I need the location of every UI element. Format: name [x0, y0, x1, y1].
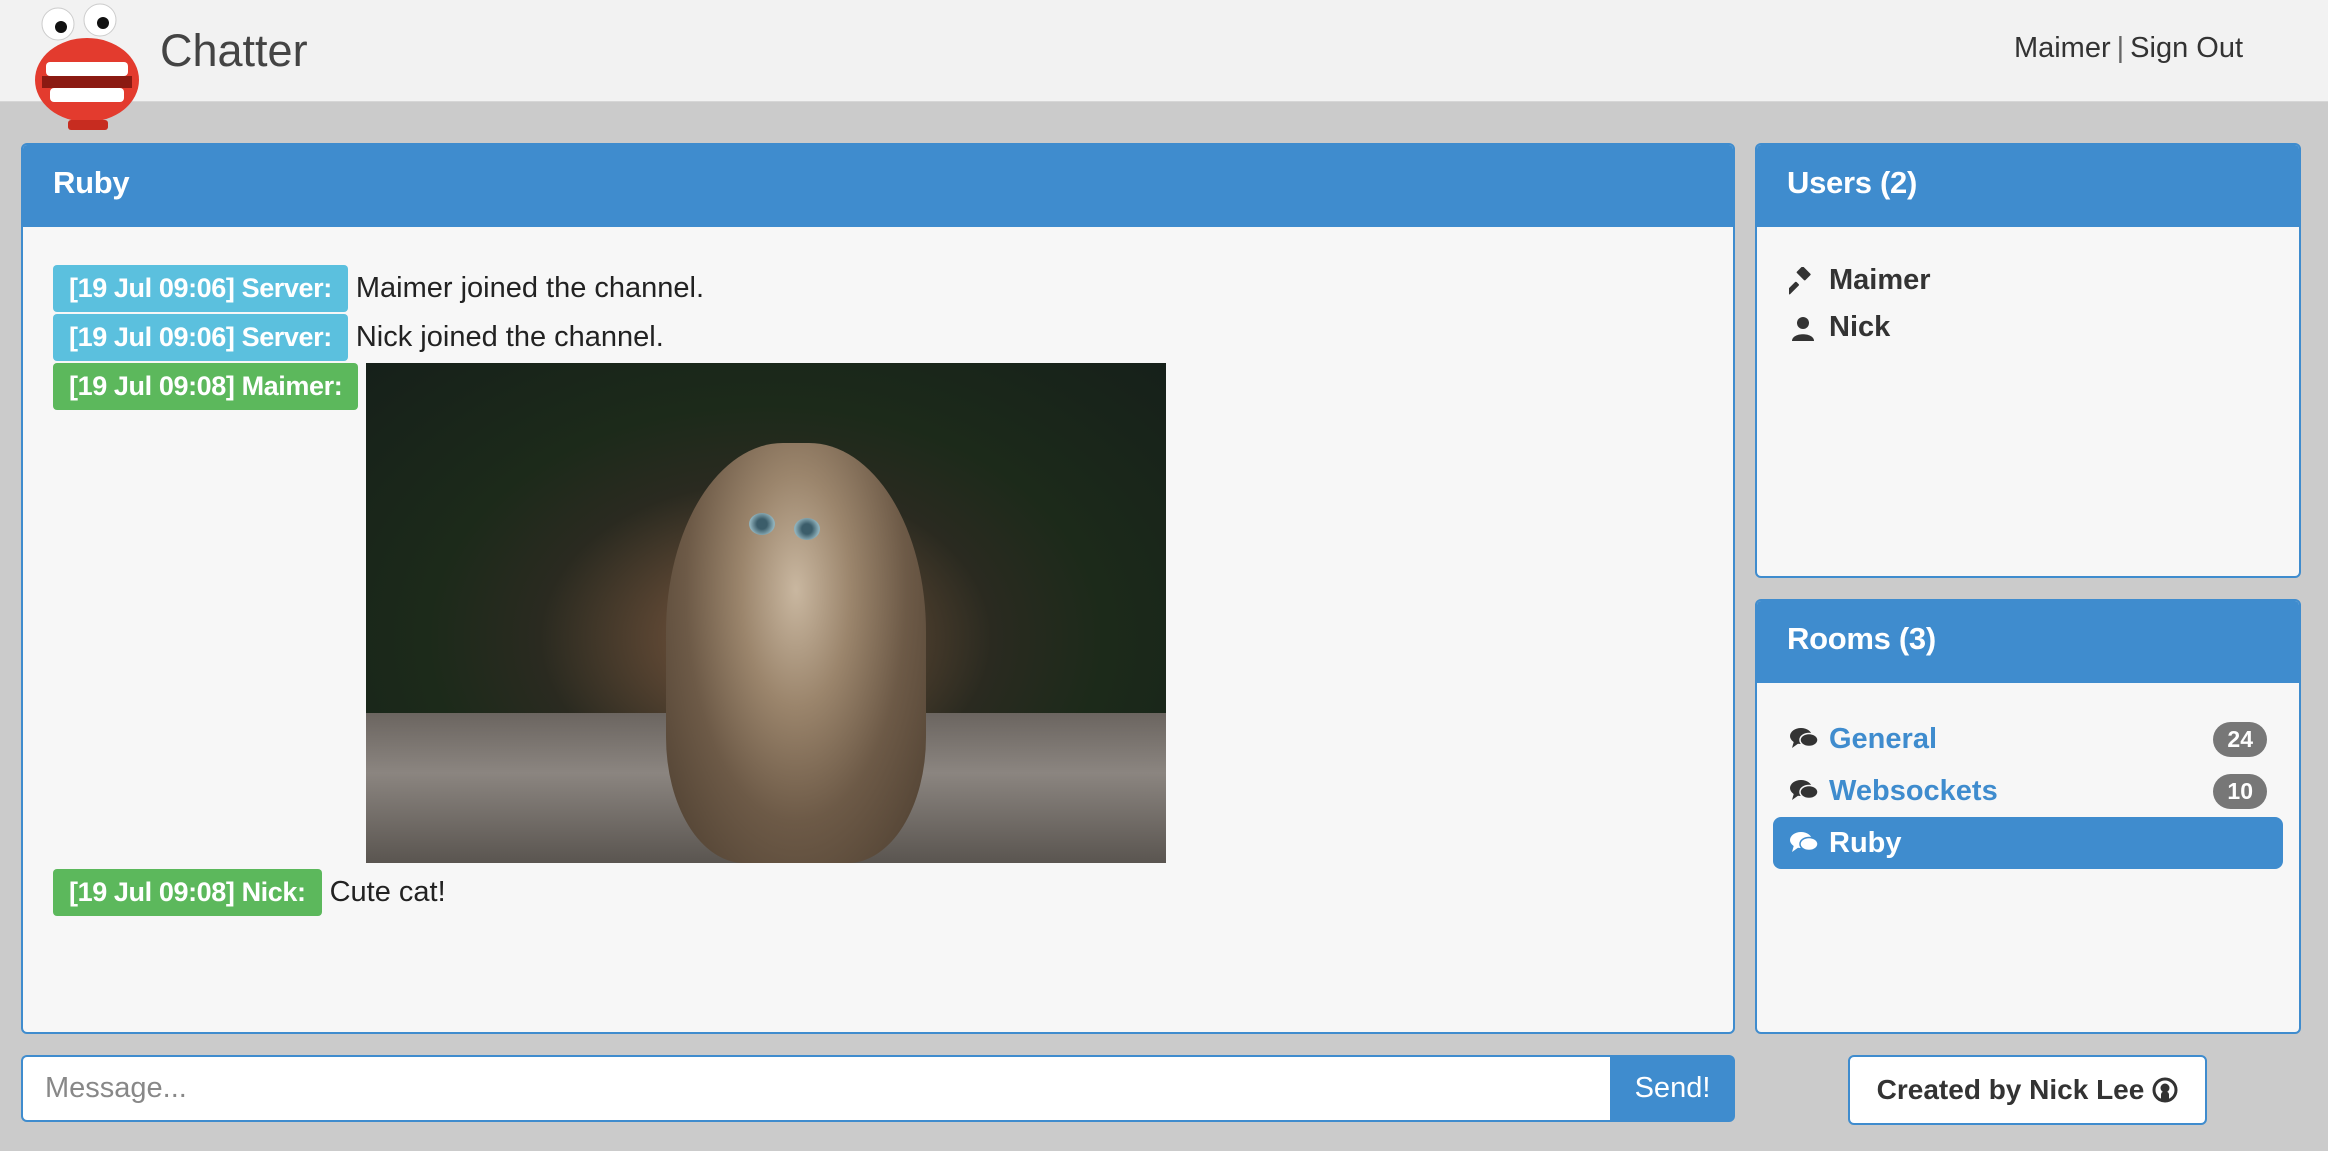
brand-title[interactable]: Chatter: [160, 25, 308, 77]
user-icon: [1792, 316, 1814, 341]
unread-badge: 24: [2213, 721, 2267, 757]
credit-label: Created by Nick Lee: [1876, 1074, 2145, 1105]
room-item-general[interactable]: General 24: [1773, 713, 2283, 765]
credit-button[interactable]: Created by Nick Lee: [1848, 1055, 2207, 1125]
room-item-websockets[interactable]: Websockets 10: [1773, 765, 2283, 817]
rooms-title: Rooms (3): [1757, 601, 2299, 683]
current-user-link[interactable]: Maimer: [2014, 32, 2111, 64]
user-name: Maimer: [1829, 264, 1931, 296]
message-label: [19 Jul 09:08] Nick:: [53, 869, 322, 916]
message-label: [19 Jul 09:06] Server:: [53, 265, 348, 312]
kitten-photo[interactable]: [366, 363, 1167, 863]
room-name: Websockets: [1829, 774, 1998, 807]
unread-badge: 10: [2213, 773, 2267, 809]
message-item: [19 Jul 09:08] Maimer:: [53, 363, 1703, 863]
sign-out-link[interactable]: Sign Out: [2130, 32, 2243, 64]
user-name: Nick: [1829, 311, 1891, 343]
nav-separator: |: [2116, 32, 2125, 64]
user-list: Maimer Nick: [1757, 227, 2299, 381]
rooms-panel: Rooms (3) General 24 Websockets 10 Ruby: [1755, 599, 2301, 1034]
photo-kitten: [666, 443, 927, 863]
chattering-teeth-logo[interactable]: [28, 2, 146, 132]
user-item[interactable]: Nick: [1773, 304, 2283, 351]
navbar: Chatter Maimer | Sign Out: [0, 0, 2328, 130]
chat-panel: Ruby [19 Jul 09:06] Server: Maimer joine…: [21, 143, 1735, 1034]
message-text: Nick joined the channel.: [355, 321, 664, 353]
message-label: [19 Jul 09:06] Server:: [53, 314, 348, 361]
room-name: General: [1829, 722, 1937, 755]
user-item[interactable]: Maimer: [1773, 257, 2283, 304]
users-title: Users (2): [1757, 145, 2299, 227]
room-item-ruby[interactable]: Ruby: [1773, 817, 2283, 869]
room-name: Ruby: [1829, 826, 1902, 859]
comments-icon: [1790, 728, 1819, 748]
chat-room-title: Ruby: [23, 145, 1733, 227]
message-text: Maimer joined the channel.: [355, 272, 705, 304]
message-label: [19 Jul 09:08] Maimer:: [53, 363, 359, 410]
message-composer: Send!: [21, 1055, 1735, 1122]
room-list: General 24 Websockets 10 Ruby: [1757, 683, 2299, 899]
message-text: Cute cat!: [329, 876, 446, 908]
message-item: [19 Jul 09:08] Nick: Cute cat!: [53, 869, 1703, 916]
comments-icon: [1790, 780, 1819, 800]
message-item: [19 Jul 09:06] Server: Nick joined the c…: [53, 314, 1703, 361]
users-panel: Users (2) Maimer Nick: [1755, 143, 2301, 578]
message-item: [19 Jul 09:06] Server: Maimer joined the…: [53, 265, 1703, 312]
github-icon: [2152, 1077, 2178, 1103]
message-input[interactable]: [21, 1055, 1610, 1122]
gavel-icon: [1789, 266, 1811, 294]
send-button[interactable]: Send!: [1610, 1055, 1735, 1122]
message-list: [19 Jul 09:06] Server: Maimer joined the…: [23, 227, 1733, 956]
comments-icon: [1790, 832, 1819, 852]
user-nav: Maimer | Sign Out: [2014, 32, 2243, 65]
